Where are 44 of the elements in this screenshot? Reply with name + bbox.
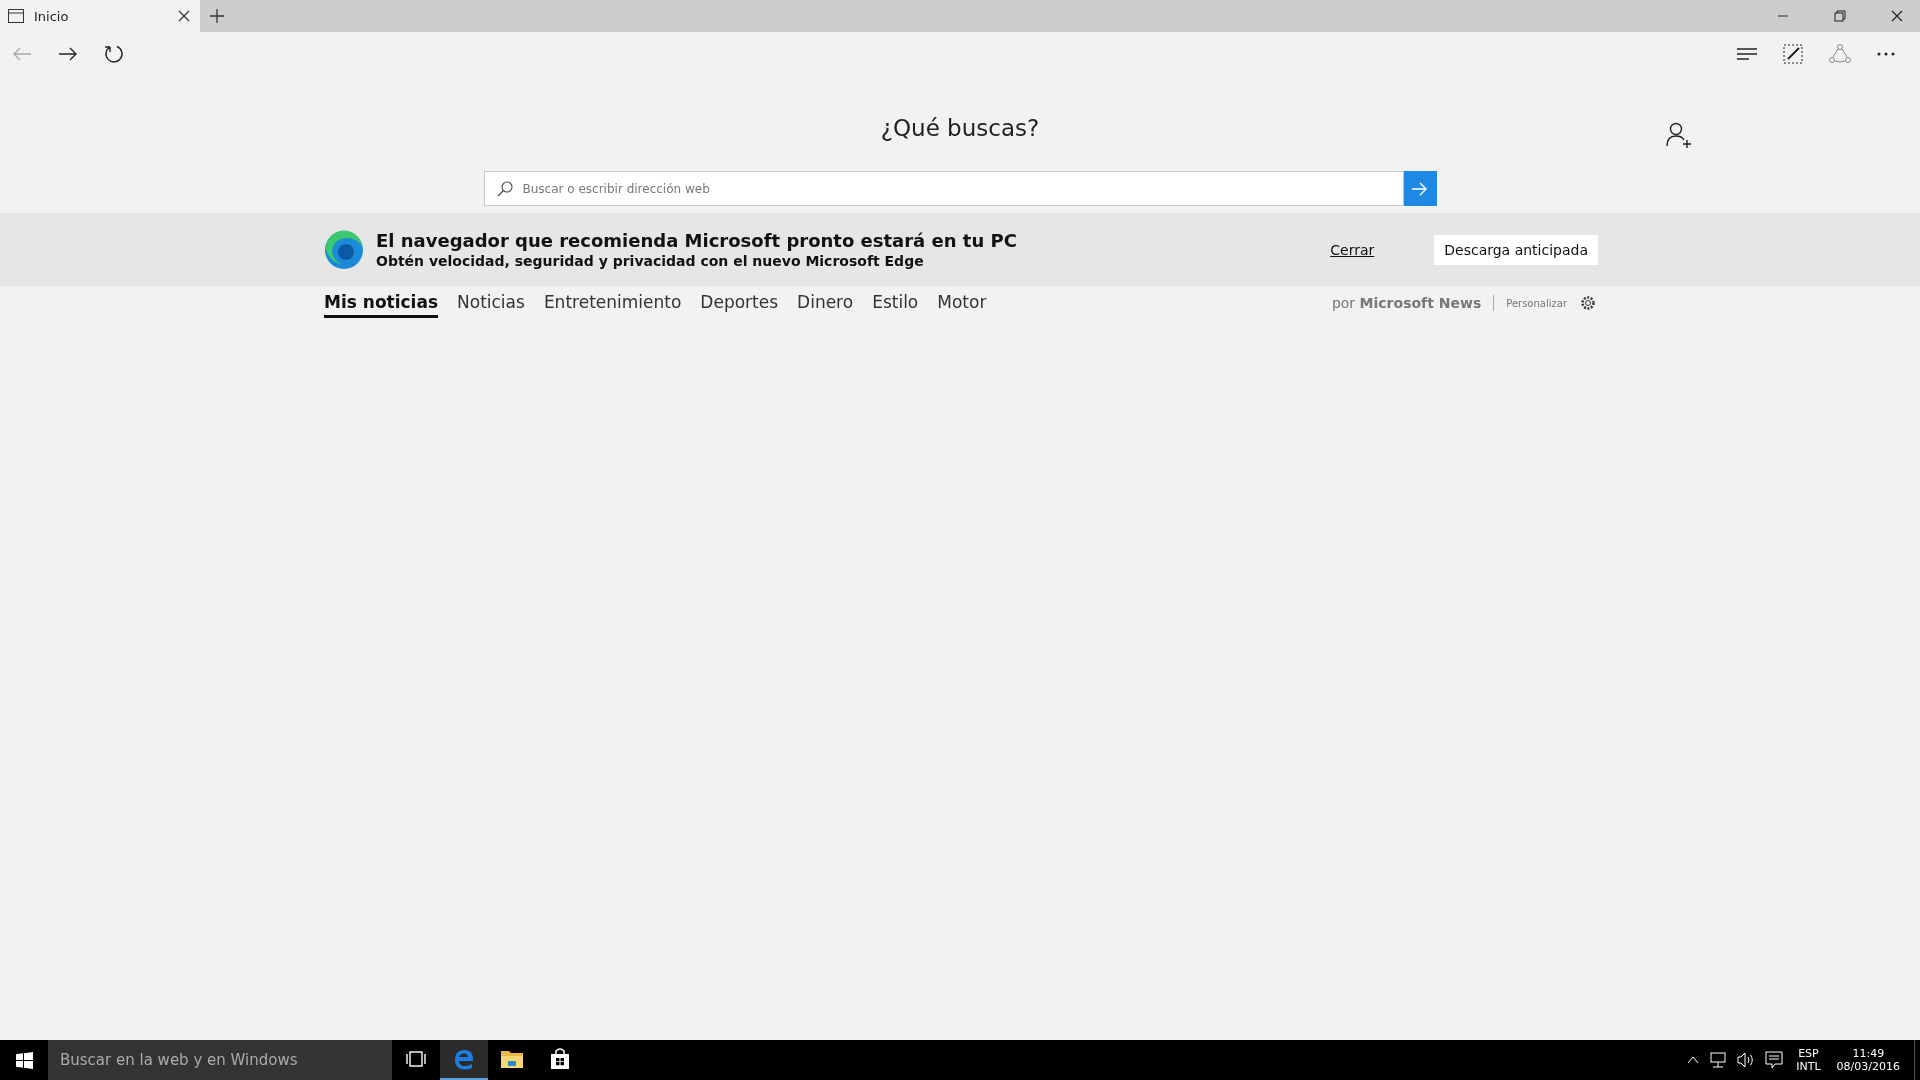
news-tab[interactable]: Dinero bbox=[797, 292, 854, 318]
windows-logo-icon bbox=[15, 1051, 33, 1069]
banner-subtitle: Obtén velocidad, seguridad y privacidad con el nuevo Microsoft Edge bbox=[376, 253, 925, 269]
volume-icon[interactable] bbox=[1737, 1052, 1756, 1068]
restore-icon[interactable] bbox=[1834, 10, 1846, 22]
news-tab[interactable]: Motor bbox=[937, 292, 987, 318]
search-icon bbox=[496, 180, 513, 197]
page-heading: ¿Qué buscas? bbox=[880, 115, 1040, 141]
clock[interactable]: 11:49 08/03/2016 bbox=[1836, 1040, 1900, 1080]
page-icon bbox=[8, 9, 24, 23]
customize-link[interactable]: Personalizar bbox=[1506, 297, 1567, 309]
shopping-bag-icon bbox=[550, 1048, 570, 1070]
more-icon[interactable] bbox=[1877, 51, 1895, 56]
hub-icon[interactable] bbox=[1737, 46, 1757, 61]
browser-tab[interactable]: Inicio bbox=[0, 0, 200, 32]
forward-icon[interactable] bbox=[58, 45, 78, 62]
news-tab[interactable]: Estilo bbox=[872, 292, 919, 318]
news-tab[interactable]: Entretenimiento bbox=[543, 292, 682, 318]
early-download-button[interactable]: Descarga anticipada bbox=[1434, 234, 1598, 265]
add-person-icon[interactable] bbox=[1666, 122, 1692, 148]
arrow-right-icon bbox=[1412, 181, 1428, 196]
web-note-icon[interactable] bbox=[1783, 43, 1803, 64]
close-link[interactable]: Cerrar bbox=[1330, 241, 1375, 258]
source-credit: por Microsoft News bbox=[1331, 295, 1495, 311]
news-tab[interactable]: Deportes bbox=[700, 292, 779, 318]
network-icon[interactable] bbox=[1709, 1052, 1728, 1068]
settings-icon[interactable] bbox=[1579, 294, 1597, 312]
task-view-icon bbox=[406, 1051, 426, 1067]
edge-icon bbox=[453, 1048, 475, 1070]
chevron-up-icon[interactable] bbox=[1687, 1056, 1700, 1064]
folder-icon bbox=[500, 1049, 524, 1069]
notifications-icon[interactable] bbox=[1765, 1051, 1784, 1069]
input-language-button[interactable]: ESP INTL bbox=[1796, 1040, 1821, 1080]
share-icon[interactable] bbox=[1829, 43, 1851, 64]
news-tab[interactable]: Noticias bbox=[457, 292, 525, 318]
taskbar-search-field[interactable]: Buscar en la web y en Windows bbox=[48, 1040, 392, 1080]
go-button[interactable] bbox=[1403, 171, 1437, 206]
new-tab-icon[interactable] bbox=[210, 9, 224, 23]
banner-title: El navegador que recomienda Microsoft pronto estará en tu PC bbox=[376, 230, 1017, 251]
close-icon[interactable] bbox=[1891, 10, 1903, 22]
close-tab-icon[interactable] bbox=[178, 10, 190, 22]
news-tab[interactable]: Mis noticias bbox=[324, 292, 438, 318]
edge-logo-icon bbox=[324, 229, 364, 270]
refresh-icon[interactable] bbox=[104, 43, 124, 64]
